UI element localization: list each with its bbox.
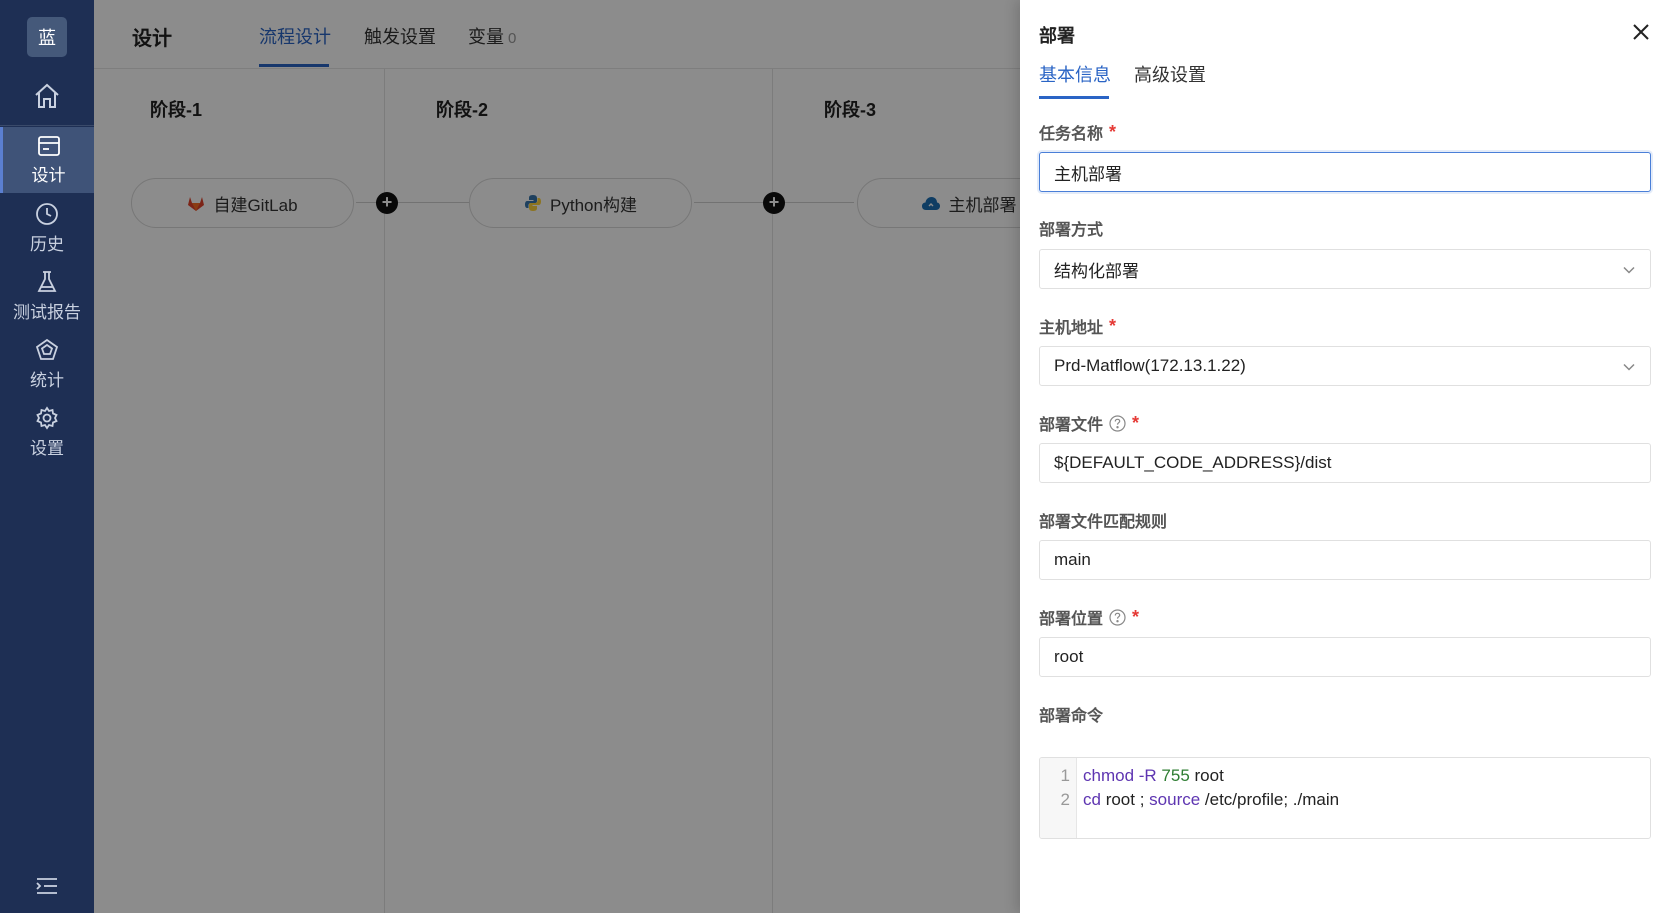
code-token: cd xyxy=(1083,790,1101,809)
tab-label: 基本信息 xyxy=(1039,65,1111,85)
deploy-file-label: 部署文件 * xyxy=(1039,411,1139,435)
stats-icon xyxy=(35,338,59,360)
tab-advanced-settings[interactable]: 高级设置 xyxy=(1134,61,1206,87)
sidebar-item-label: 测试报告 xyxy=(13,302,81,322)
collapse-menu-icon xyxy=(36,878,57,894)
tab-label: 高级设置 xyxy=(1134,65,1206,85)
label-text: 部署文件 xyxy=(1039,417,1104,434)
chevron-down-icon xyxy=(1623,266,1635,274)
task-config-drawer: 部署 基本信息 高级设置 任务名称 * 主机部署 部署方式 结构化部署 主机地址 *… xyxy=(1020,0,1669,913)
task-name-input[interactable]: 主机部署 xyxy=(1039,152,1651,192)
deploy-mode-select[interactable]: 结构化部署 xyxy=(1039,249,1651,289)
required-mark: * xyxy=(1109,316,1117,336)
home-icon xyxy=(35,83,59,108)
input-value: root xyxy=(1054,647,1084,666)
code-line: chmod -R 755 root xyxy=(1083,766,1224,786)
required-mark: * xyxy=(1109,122,1117,142)
collapse-sidebar-button[interactable] xyxy=(35,876,59,896)
flask-icon xyxy=(37,270,57,292)
host-select[interactable]: Prd-Matflow(172.13.1.22) xyxy=(1039,346,1651,386)
tab-basic-info[interactable]: 基本信息 xyxy=(1039,61,1111,87)
app-logo[interactable]: 蓝 xyxy=(27,17,67,57)
label-text: 部署位置 xyxy=(1039,611,1104,628)
sidebar-item-label: 设计 xyxy=(31,165,66,185)
tab-active-indicator xyxy=(1039,96,1109,99)
code-token: /etc/profile; ./main xyxy=(1200,790,1340,809)
home-button[interactable] xyxy=(0,76,94,116)
label-text: 部署方式 xyxy=(1039,222,1104,239)
clock-icon xyxy=(36,202,58,225)
input-value: main xyxy=(1054,550,1091,569)
code-line: cd root ; source /etc/profile; ./main xyxy=(1083,790,1339,810)
task-name-label: 任务名称 * xyxy=(1039,120,1116,144)
help-icon[interactable] xyxy=(1109,414,1126,432)
sidebar-item-label: 历史 xyxy=(30,234,64,254)
modal-overlay[interactable] xyxy=(94,0,1114,913)
label-text: 部署命令 xyxy=(1039,708,1104,725)
sidebar-divider xyxy=(0,125,94,126)
code-token: chmod xyxy=(1083,766,1135,785)
label-text: 任务名称 xyxy=(1039,126,1104,143)
input-value: 主机部署 xyxy=(1054,164,1122,184)
sidebar-item-label: 统计 xyxy=(30,370,64,390)
select-value: Prd-Matflow(172.13.1.22) xyxy=(1054,356,1246,375)
design-icon xyxy=(37,135,60,156)
help-icon[interactable] xyxy=(1109,608,1126,626)
sidebar-item-stats[interactable]: 统计 xyxy=(0,331,94,397)
command-editor[interactable]: 1 2 chmod -R 755 root cd root ; source /… xyxy=(1039,757,1651,839)
sidebar-item-history[interactable]: 历史 xyxy=(0,195,94,261)
code-token: 755 xyxy=(1161,766,1190,785)
deploy-file-input[interactable]: ${DEFAULT_CODE_ADDRESS}/dist xyxy=(1039,443,1651,483)
required-mark: * xyxy=(1132,607,1140,627)
sidebar-item-test-report[interactable]: 测试报告 xyxy=(0,263,94,329)
line-number: 2 xyxy=(1060,790,1070,809)
command-label: 部署命令 xyxy=(1039,702,1103,726)
match-rule-input[interactable]: main xyxy=(1039,540,1651,580)
sidebar: 蓝 设计 历史 测试报告 统计 设置 xyxy=(0,0,94,913)
deploy-mode-label: 部署方式 xyxy=(1039,216,1103,240)
label-text: 主机地址 xyxy=(1039,320,1104,337)
line-number: 1 xyxy=(1060,766,1070,785)
line-number-gutter: 1 2 xyxy=(1040,758,1077,838)
code-token: -R xyxy=(1134,766,1162,785)
drawer-title: 部署 xyxy=(1039,26,1075,46)
code-token: source xyxy=(1149,790,1201,809)
required-mark: * xyxy=(1132,413,1140,433)
label-text: 部署文件匹配规则 xyxy=(1039,514,1168,531)
code-token: root xyxy=(1189,766,1224,785)
sidebar-item-design[interactable]: 设计 xyxy=(0,127,94,193)
sidebar-item-settings[interactable]: 设置 xyxy=(0,399,94,465)
close-icon xyxy=(1633,24,1649,40)
match-rule-label: 部署文件匹配规则 xyxy=(1039,508,1167,532)
select-value: 结构化部署 xyxy=(1054,261,1139,281)
location-input[interactable]: root xyxy=(1039,637,1651,677)
sidebar-item-label: 设置 xyxy=(30,438,64,458)
input-value: ${DEFAULT_CODE_ADDRESS}/dist xyxy=(1054,453,1332,472)
chevron-down-icon xyxy=(1623,363,1635,371)
close-button[interactable] xyxy=(1631,22,1651,42)
host-label: 主机地址 * xyxy=(1039,314,1116,338)
gear-icon xyxy=(36,405,58,430)
code-token: root ; xyxy=(1100,790,1150,809)
location-label: 部署位置 * xyxy=(1039,605,1139,629)
